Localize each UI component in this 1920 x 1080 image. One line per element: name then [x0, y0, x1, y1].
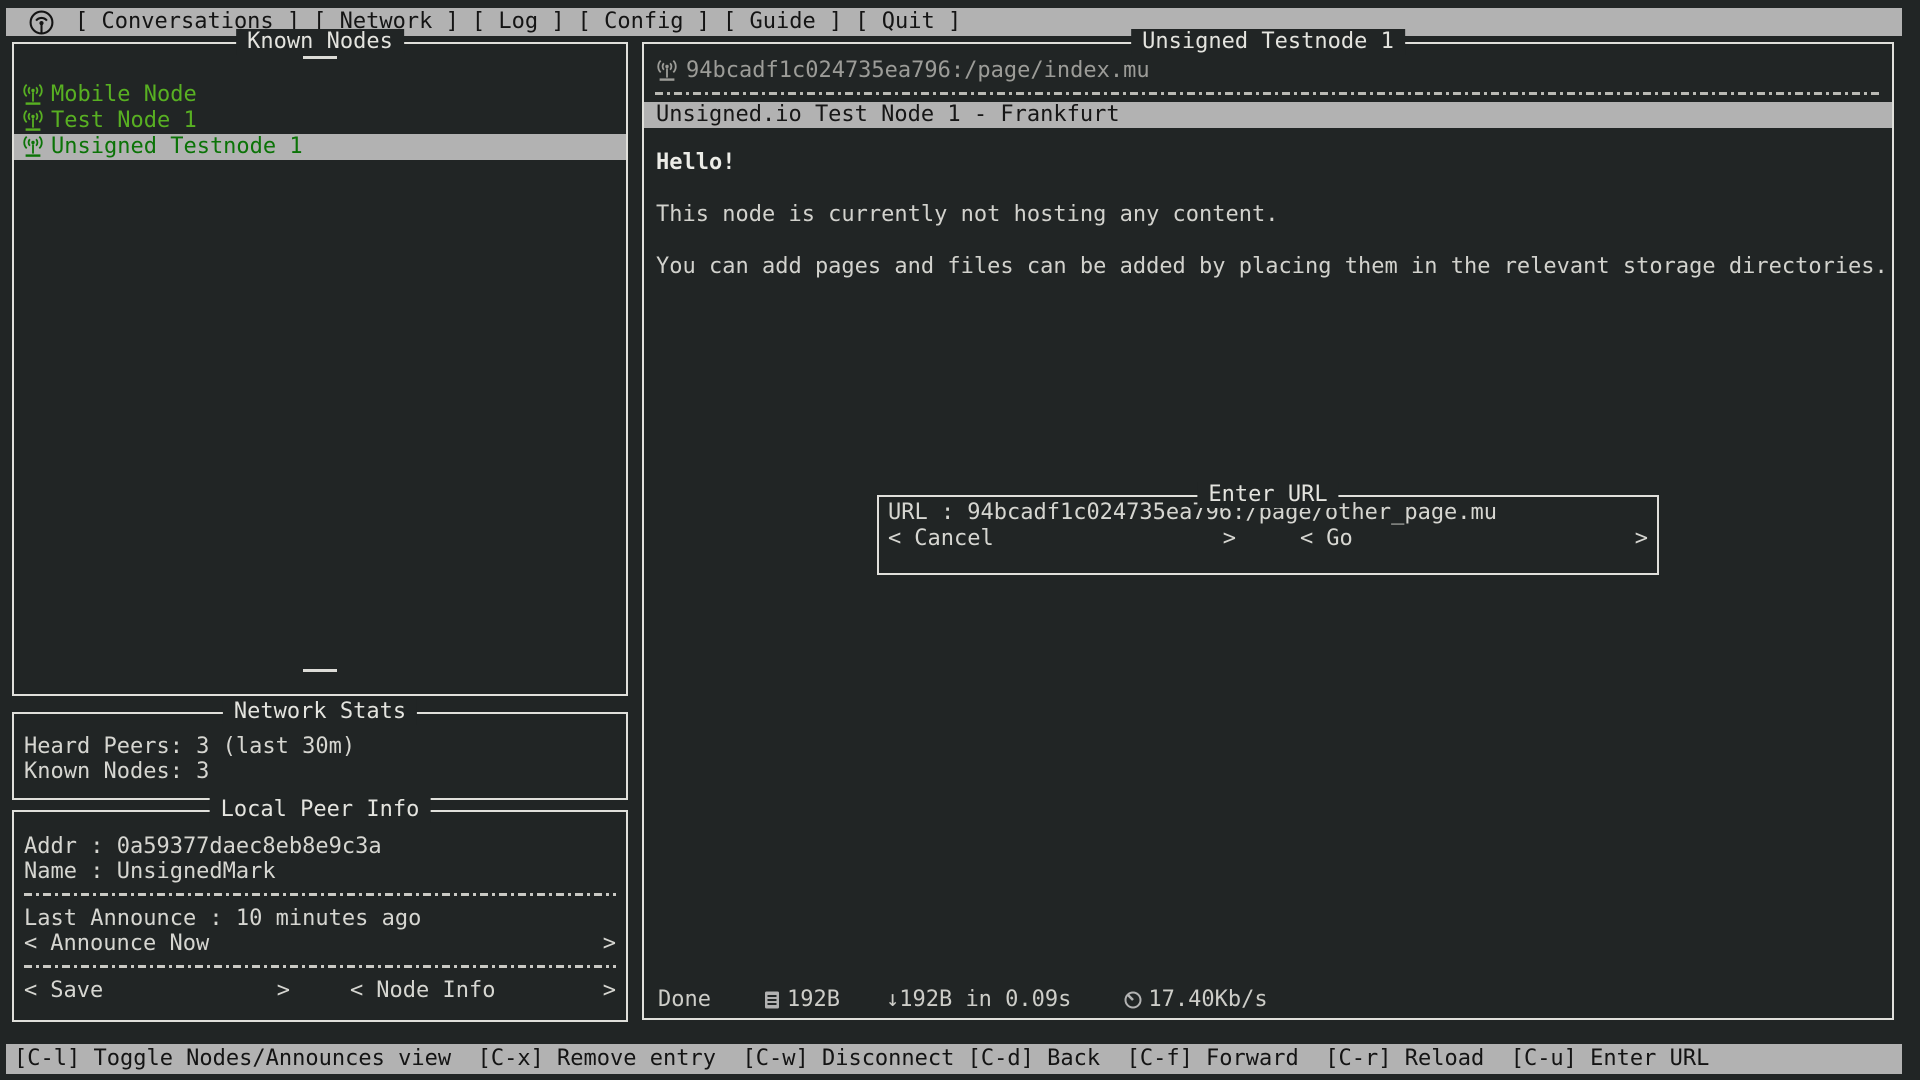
node-label: Mobile Node	[51, 82, 197, 108]
divider	[24, 965, 616, 968]
button-bracket-right: >	[1223, 526, 1236, 552]
network-stats-panel: Network Stats Heard Peers: 3 (last 30m) …	[12, 712, 628, 800]
shortcut-hints: [C-l] Toggle Nodes/Announces view [C-x] …	[14, 1046, 1709, 1072]
radio-tower-icon	[22, 109, 44, 133]
radio-tower-icon	[22, 135, 44, 159]
current-url-row: 94bcadf1c024735ea796:/page/index.mu	[656, 58, 1880, 84]
button-bracket-right: >	[603, 978, 616, 1003]
peer-address: Addr : 0a59377daec8eb8e9c3a	[24, 834, 616, 859]
save-label: Save	[50, 978, 103, 1003]
scrollbar-indicator-bottom	[303, 669, 337, 672]
button-bracket-right: >	[603, 931, 616, 956]
cancel-button[interactable]: < Cancel >	[888, 526, 1236, 552]
nomadnet-terminal: [ Conversations ] [ Network ] [ Log ] [ …	[0, 0, 1920, 1080]
last-announce: Last Announce : 10 minutes ago	[24, 906, 616, 931]
page-text-line: This node is currently not hosting any c…	[656, 202, 1880, 228]
speed-gauge-icon	[1123, 990, 1143, 1010]
menu-item-config[interactable]: [ Config ]	[578, 9, 710, 35]
node-row-test-node-1[interactable]: Test Node 1	[14, 108, 626, 134]
node-row-unsigned-testnode-1[interactable]: Unsigned Testnode 1	[14, 134, 626, 160]
node-info-button[interactable]: < Node Info >	[350, 978, 616, 1003]
radio-tower-icon	[656, 59, 678, 83]
scrollbar-indicator-top	[303, 56, 337, 59]
keyboard-shortcut-bar: [C-l] Toggle Nodes/Announces view [C-x] …	[6, 1044, 1902, 1074]
peer-name: Name : UnsignedMark	[24, 859, 616, 884]
current-url: 94bcadf1c024735ea796:/page/index.mu	[686, 58, 1150, 84]
browser-panel: Unsigned Testnode 1 94bcadf1c024735ea796…	[642, 42, 1894, 1020]
page-greeting: Hello!	[656, 150, 1880, 176]
known-nodes-list: Mobile Node Test Node 1	[14, 82, 626, 160]
page-text-line: You can add pages and files can be added…	[656, 254, 1880, 280]
load-state: Done	[658, 987, 711, 1013]
page-size: 192B	[787, 987, 840, 1013]
menu-item-log[interactable]: [ Log ]	[472, 9, 565, 35]
enter-url-dialog-title: Enter URL	[1197, 482, 1338, 508]
menu-item-quit[interactable]: [ Quit ]	[855, 9, 961, 35]
page-heading-link[interactable]: Unsigned.io Test Node 1 - Frankfurt	[644, 102, 1892, 128]
local-peer-info-panel: Local Peer Info Addr : 0a59377daec8eb8e9…	[12, 810, 628, 1022]
node-info-label: Node Info	[376, 978, 495, 1003]
button-bracket-left: <	[24, 978, 37, 1003]
button-bracket-left: <	[1300, 526, 1313, 552]
known-nodes-panel: Known Nodes Mobile Node	[12, 42, 628, 696]
menu-item-guide[interactable]: [ Guide ]	[723, 9, 842, 35]
document-icon	[763, 990, 781, 1010]
known-nodes-title: Known Nodes	[236, 29, 404, 55]
browser-content: 94bcadf1c024735ea796:/page/index.mu Unsi…	[644, 44, 1892, 1018]
radio-tower-icon	[22, 83, 44, 107]
button-bracket-left: <	[888, 526, 901, 552]
button-bracket-left: <	[350, 978, 363, 1003]
node-label: Unsigned Testnode 1	[51, 134, 303, 160]
browser-status-bar: Done 192B ↓192B in 0.09s	[658, 987, 1268, 1013]
button-bracket-right: >	[277, 978, 290, 1003]
button-bracket-right: >	[1635, 526, 1648, 552]
nomadnet-logo-icon	[28, 9, 55, 36]
go-button[interactable]: < Go >	[1300, 526, 1648, 552]
node-row-mobile-node[interactable]: Mobile Node	[14, 82, 626, 108]
node-label: Test Node 1	[51, 108, 197, 134]
announce-now-label: Announce Now	[50, 931, 209, 956]
divider	[24, 893, 616, 896]
go-label: Go	[1326, 526, 1353, 552]
transfer-speed: 17.40Kb/s	[1148, 987, 1267, 1013]
transfer-stats: ↓192B in 0.09s	[886, 987, 1071, 1013]
network-stats-title: Network Stats	[223, 699, 417, 725]
cancel-label: Cancel	[914, 526, 993, 552]
enter-url-dialog: Enter URL URL : 94bcadf1c024735ea796:/pa…	[877, 495, 1659, 575]
announce-now-button[interactable]: < Announce Now >	[24, 931, 616, 956]
button-bracket-left: <	[24, 931, 37, 956]
divider	[655, 92, 1881, 95]
local-peer-info-title: Local Peer Info	[210, 797, 431, 823]
url-field-label: URL :	[888, 500, 954, 526]
save-button[interactable]: < Save >	[24, 978, 290, 1003]
heard-peers-stat: Heard Peers: 3 (last 30m)	[24, 734, 616, 759]
known-nodes-stat: Known Nodes: 3	[24, 759, 616, 784]
